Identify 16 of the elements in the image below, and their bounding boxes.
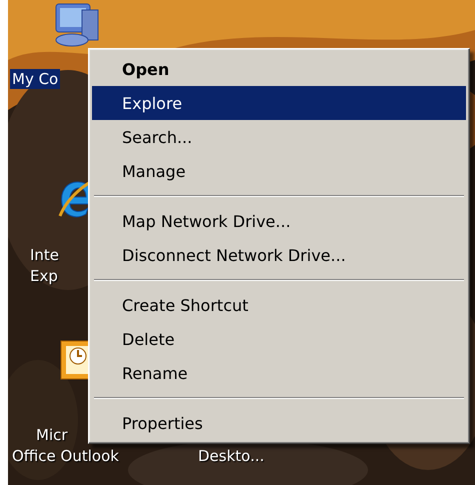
menu-item[interactable]: Create Shortcut	[92, 288, 466, 322]
menu-item[interactable]: Map Network Drive...	[92, 204, 466, 238]
icon-label: Micr	[35, 425, 69, 445]
menu-item[interactable]: Disconnect Network Drive...	[92, 238, 466, 272]
menu-item[interactable]: Manage	[92, 154, 466, 188]
menu-item[interactable]: Open	[92, 52, 466, 86]
menu-item[interactable]: Search...	[92, 120, 466, 154]
icon-label: Deskto...	[197, 446, 266, 466]
icon-label: Inte	[29, 245, 60, 265]
icon-label: My Co	[10, 69, 60, 89]
menu-item[interactable]: Delete	[92, 322, 466, 356]
icon-label: Exp	[29, 266, 59, 286]
menu-item[interactable]: Properties	[92, 406, 466, 440]
menu-item[interactable]: Explore	[92, 86, 466, 120]
icon-label: Office Outlook	[11, 446, 120, 466]
menu-item[interactable]: Rename	[92, 356, 466, 390]
